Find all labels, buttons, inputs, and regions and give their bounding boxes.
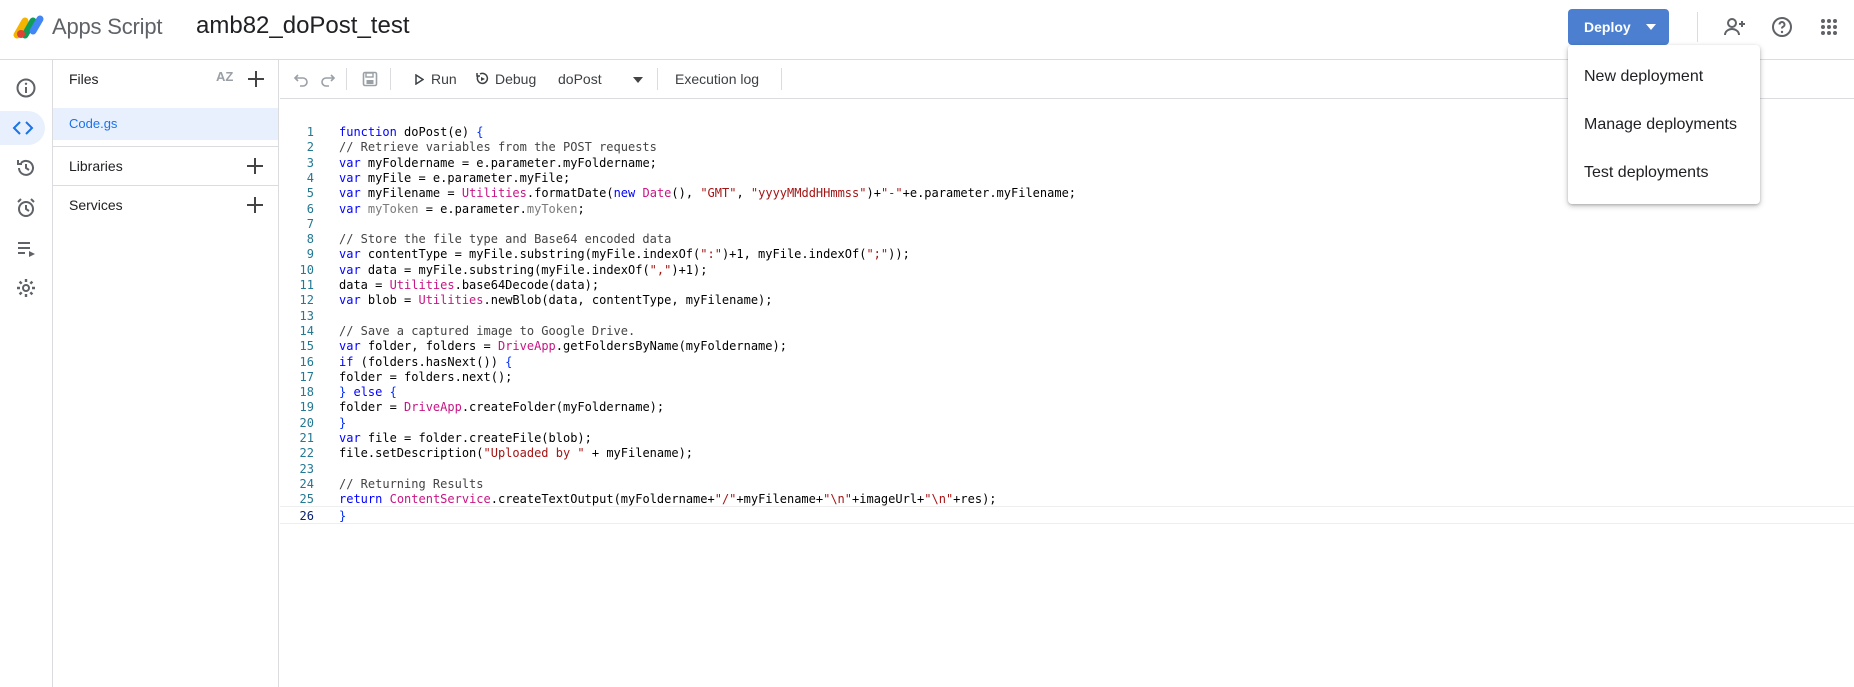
save-icon[interactable] — [360, 69, 380, 89]
deploy-label: Deploy — [1584, 19, 1631, 35]
libraries-label: Libraries — [69, 158, 123, 174]
sort-icon[interactable]: AZ — [216, 69, 233, 84]
code-icon[interactable] — [0, 111, 45, 145]
play-icon — [415, 74, 424, 85]
info-icon[interactable] — [7, 71, 45, 105]
files-panel: Files AZ Code.gs Libraries Services — [53, 60, 279, 687]
libraries-section[interactable]: Libraries — [53, 146, 279, 185]
debug-icon — [476, 72, 489, 85]
add-library-icon[interactable] — [245, 156, 265, 176]
deploy-button[interactable]: Deploy — [1568, 9, 1669, 45]
toolbar-divider — [781, 68, 782, 90]
project-title[interactable]: amb82_doPost_test — [196, 12, 409, 40]
file-item-code-gs[interactable]: Code.gs — [53, 108, 278, 140]
code-text[interactable]: } — [339, 507, 346, 525]
add-person-icon[interactable] — [1721, 13, 1749, 41]
undo-icon[interactable] — [291, 69, 311, 89]
executions-icon[interactable] — [7, 231, 45, 265]
apps-script-logo[interactable] — [13, 13, 46, 41]
apps-grid-icon[interactable] — [1815, 13, 1843, 41]
left-rail — [0, 60, 53, 687]
services-label: Services — [69, 197, 123, 213]
triggers-icon[interactable] — [7, 191, 45, 225]
code-line[interactable]: 26} — [280, 505, 1854, 525]
menu-item-manage-deployments[interactable]: Manage deployments — [1568, 101, 1760, 149]
toolbar-divider — [346, 68, 347, 90]
add-file-icon[interactable] — [246, 69, 266, 89]
menu-item-new-deployment[interactable]: New deployment — [1568, 53, 1760, 101]
toolbar-divider — [657, 68, 658, 90]
redo-icon[interactable] — [318, 69, 338, 89]
execution-log-button[interactable]: Execution log — [675, 71, 759, 87]
chevron-down-icon — [1646, 24, 1656, 30]
debug-label: Debug — [495, 71, 537, 87]
help-icon[interactable] — [1768, 13, 1796, 41]
files-header: Files AZ — [53, 60, 279, 99]
line-number: 26 — [299, 508, 314, 523]
files-title: Files — [69, 71, 99, 87]
deploy-menu: New deployment Manage deployments Test d… — [1568, 45, 1760, 204]
run-label: Run — [431, 71, 457, 87]
function-select-value: doPost — [558, 71, 602, 87]
divider — [1697, 12, 1698, 42]
add-service-icon[interactable] — [245, 195, 265, 215]
app-name[interactable]: Apps Script — [52, 14, 162, 40]
menu-item-test-deployments[interactable]: Test deployments — [1568, 149, 1760, 197]
services-section[interactable]: Services — [53, 185, 279, 224]
chevron-down-icon — [633, 77, 643, 83]
history-icon[interactable] — [7, 151, 45, 185]
settings-icon[interactable] — [7, 271, 45, 305]
toolbar-divider — [390, 68, 391, 90]
